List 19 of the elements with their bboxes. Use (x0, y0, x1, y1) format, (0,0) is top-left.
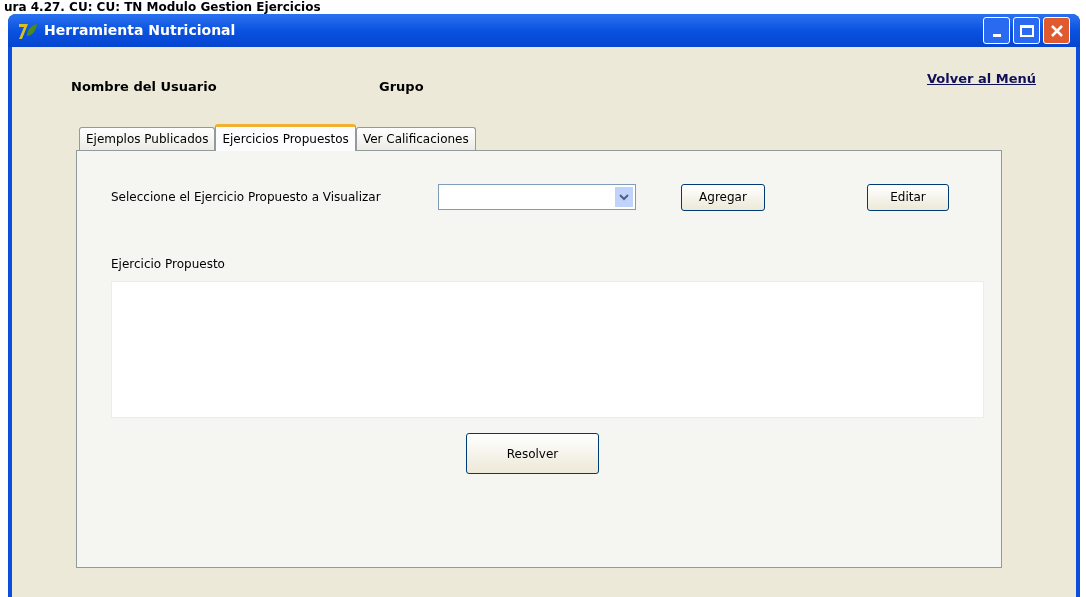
group-label: Grupo (379, 78, 424, 97)
select-label: Seleccione el Ejercicio Propuesto a Visualizar (111, 189, 382, 206)
action-button[interactable]: Resolver (466, 433, 599, 474)
user-name-label: Nombre del Usuario (71, 78, 218, 97)
leaf-icon (18, 21, 38, 40)
tab[interactable]: Ejercicios Propuestos (215, 124, 356, 151)
tab[interactable]: Ver Calificaciones (355, 127, 476, 150)
figure-caption: ura 4.27. CU: CU: TN Modulo Gestion Ejercicios (3, 0, 322, 14)
back-to-menu-link[interactable]: Volver al Menú (927, 69, 1036, 89)
maximize-button[interactable] (1013, 17, 1040, 44)
exercise-dropdown[interactable] (438, 184, 636, 210)
tab[interactable]: Ejemplos Publicados (79, 127, 216, 150)
action-button[interactable]: Editar (867, 183, 949, 211)
exercise-label: Ejercicio Propuesto (111, 256, 226, 273)
window-title: Herramienta Nutricional (44, 21, 236, 40)
close-button[interactable] (1043, 17, 1070, 44)
action-button[interactable]: Agregar (681, 183, 765, 211)
minimize-button[interactable] (983, 17, 1010, 44)
close-icon (1049, 23, 1064, 38)
